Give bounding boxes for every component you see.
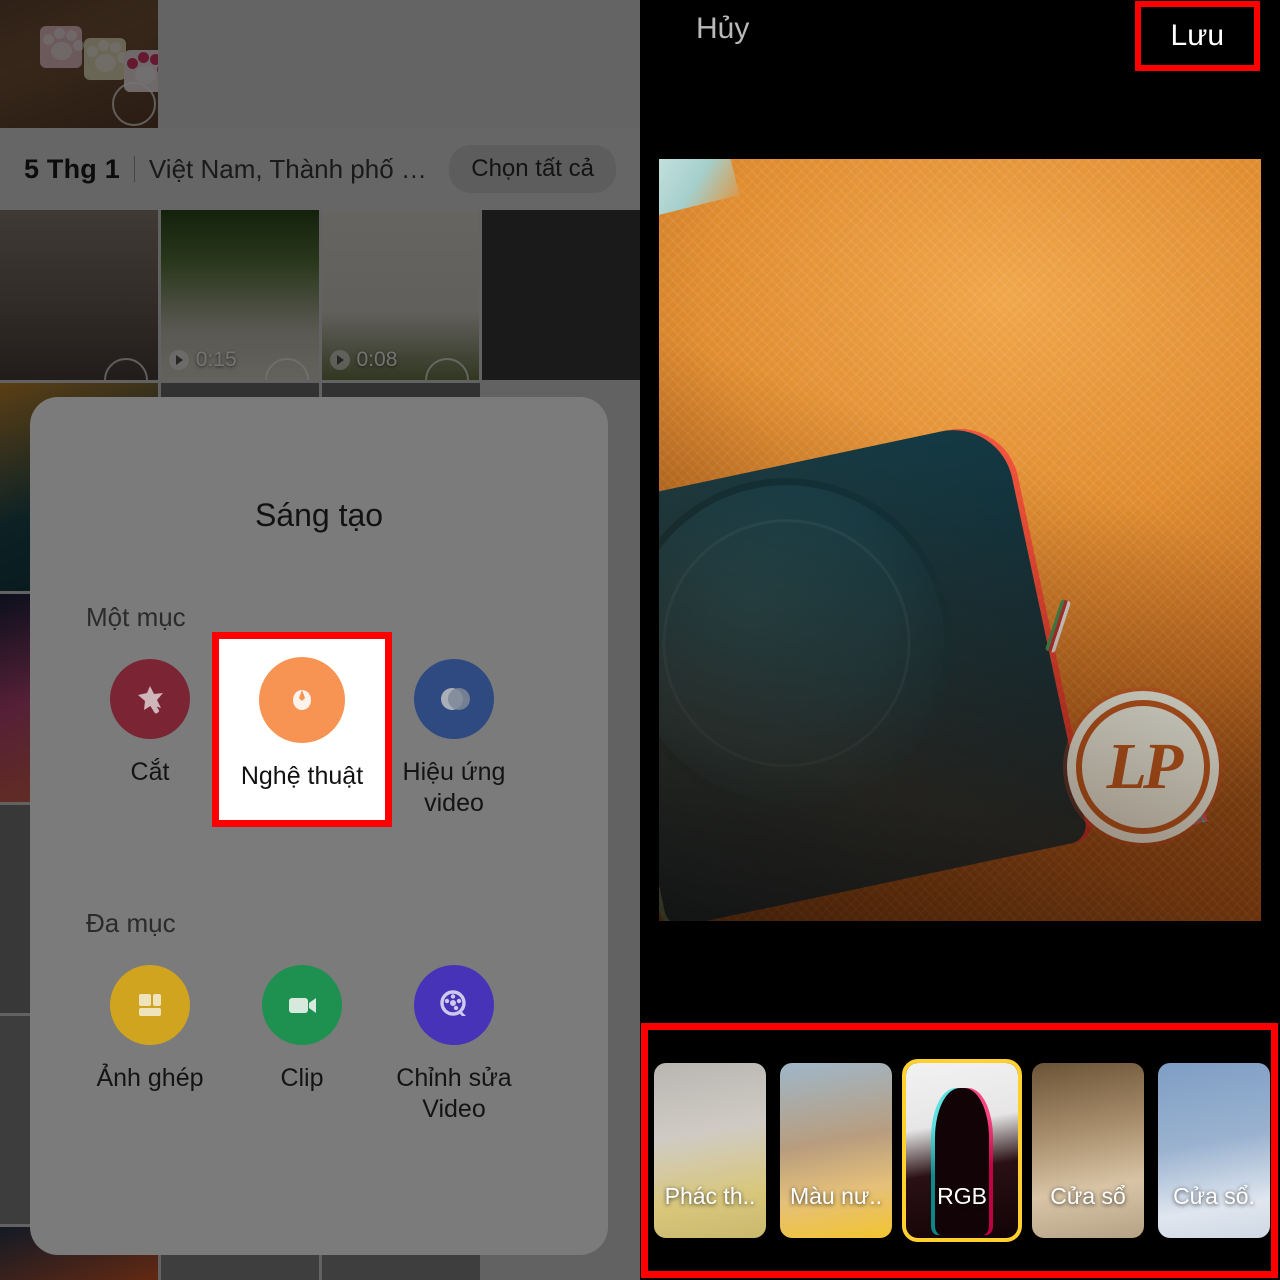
section-label-multi: Đa mục xyxy=(86,907,176,938)
photo-vignette xyxy=(659,158,1261,921)
action-tile-video-edit[interactable]: Chỉnh sửa Video xyxy=(378,964,530,1126)
action-tile-label: Nghệ thuật xyxy=(240,762,364,790)
filter-card[interactable]: Cửa sổ xyxy=(1032,1063,1144,1238)
silhouette-graphic xyxy=(935,1087,989,1235)
action-tile-art[interactable]: Nghệ thuật xyxy=(212,632,392,827)
section-label-single: Một mục xyxy=(86,602,186,632)
edited-photo[interactable]: α LP xyxy=(659,158,1261,921)
video-camera-icon xyxy=(262,964,342,1045)
action-tile-label: Ảnh ghép xyxy=(96,1063,204,1092)
multi-item-actions: Ảnh ghép Clip Chỉnh sửa Video xyxy=(30,964,608,1126)
filter-card[interactable]: Cửa sổ. xyxy=(1158,1063,1270,1238)
filter-card[interactable]: Màu nư.. xyxy=(780,1063,892,1238)
video-effect-icon xyxy=(414,659,494,739)
tulip-icon xyxy=(259,657,345,743)
sheet-title: Sáng tạo xyxy=(254,497,384,533)
action-tile-label: Chỉnh sửa Video xyxy=(396,1063,512,1123)
action-tile-label: Clip xyxy=(280,1063,324,1092)
action-tile-video-effect[interactable]: Hiệu ứng video xyxy=(378,659,530,820)
action-tile-label: Cắt xyxy=(130,758,170,786)
single-item-actions: Cắt Nghệ thuật Hiệu ứng video xyxy=(30,632,608,827)
filter-strip[interactable]: Phác th.. Màu nư.. RGB Cửa sổ Cửa sổ. xyxy=(648,1030,1271,1271)
filter-card[interactable]: Phác th.. xyxy=(654,1063,766,1238)
save-button[interactable]: Lưu xyxy=(1171,19,1224,53)
magic-wand-icon xyxy=(110,659,190,739)
action-tile-cat[interactable]: Cắt xyxy=(74,659,226,820)
action-tile-collage[interactable]: Ảnh ghép xyxy=(74,964,226,1126)
gallery-panel: 5 Thg 1 Việt Nam, Thành phố … Chọn tất c… xyxy=(0,0,640,1280)
cancel-button[interactable]: Hủy xyxy=(696,12,749,46)
create-sheet: Sáng tạo Một mục Cắt Nghệ thuật Hiệu ứng… xyxy=(30,397,608,1255)
filter-label: Cửa sổ xyxy=(1050,1183,1126,1209)
filter-label: Cửa sổ. xyxy=(1173,1183,1255,1209)
filter-label: Phác th.. xyxy=(664,1183,756,1209)
filter-label: Màu nư.. xyxy=(789,1183,883,1209)
film-reel-icon xyxy=(414,964,494,1045)
filter-card-selected[interactable]: RGB xyxy=(902,1059,1022,1242)
filter-label: RGB xyxy=(937,1183,987,1209)
screen: 5 Thg 1 Việt Nam, Thành phố … Chọn tất c… xyxy=(0,0,1280,1280)
collage-icon xyxy=(110,964,190,1045)
save-button-highlight: Lưu xyxy=(1134,1,1260,71)
photo-stage: α LP xyxy=(640,62,1280,1017)
action-tile-label: Hiệu ứng video xyxy=(402,758,506,818)
action-tile-clip[interactable]: Clip xyxy=(226,964,378,1126)
editor-top-bar: Hủy Lưu xyxy=(640,0,1280,71)
filter-strip-highlight: Phác th.. Màu nư.. RGB Cửa sổ Cửa sổ. xyxy=(641,1023,1278,1278)
